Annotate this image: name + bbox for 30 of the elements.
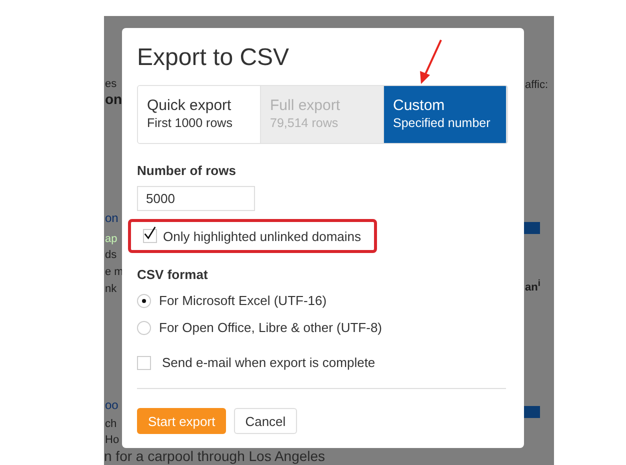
background-text: on xyxy=(105,92,122,108)
checkbox-label: Only highlighted unlinked domains xyxy=(163,228,362,244)
background-text: ap xyxy=(105,233,118,246)
radio-label: For Microsoft Excel (UTF-16) xyxy=(159,293,327,308)
background-text: on xyxy=(105,212,118,226)
rows-input[interactable]: 5000 xyxy=(137,186,255,211)
checkbox[interactable] xyxy=(137,356,151,370)
button-edge xyxy=(524,222,540,234)
background-text: ch xyxy=(105,418,117,430)
dialog-title: Export to CSV xyxy=(137,44,290,72)
radio-label: For Open Office, Libre & other (UTF-8) xyxy=(159,320,382,335)
background-text: Ho xyxy=(105,434,120,446)
background-text: es xyxy=(105,78,117,90)
radio-button[interactable] xyxy=(137,320,151,334)
cancel-button[interactable]: Cancel xyxy=(234,408,297,434)
export-option[interactable]: Custom Specified number xyxy=(384,86,507,143)
radio-button[interactable] xyxy=(137,294,151,308)
background-text: nk xyxy=(105,283,117,296)
background-text: oo xyxy=(105,399,118,412)
background-text: n for a carpool through Los Angeles xyxy=(104,448,326,464)
checkbox[interactable] xyxy=(143,229,157,243)
background-text: affic: xyxy=(525,79,548,92)
button-edge xyxy=(524,406,540,418)
check-icon xyxy=(144,225,156,241)
format-label: CSV format xyxy=(137,267,209,282)
rows-label: Number of rows xyxy=(137,163,237,178)
export-option[interactable]: Quick export First 1000 rows xyxy=(138,86,261,143)
checkbox-label: Send e-mail when export is complete xyxy=(162,355,376,370)
background-text: ds xyxy=(105,249,117,262)
background-text: an$^{i}$ xyxy=(525,278,540,294)
